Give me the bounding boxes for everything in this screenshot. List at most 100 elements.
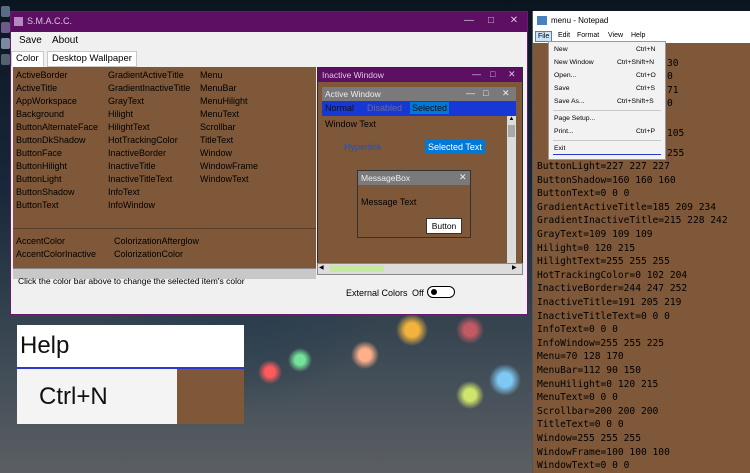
color-item-inactivetitle[interactable]: InactiveTitle	[108, 161, 156, 171]
color-item-inactivetitletext[interactable]: InactiveTitleText	[108, 174, 172, 184]
app-icon[interactable]	[1, 22, 10, 33]
color-item-hilight[interactable]: Hilight	[108, 109, 133, 119]
file-menu-item-new-window[interactable]: New Window Ctrl+Shift+N	[549, 57, 665, 69]
menu-separator	[553, 140, 661, 141]
scroll-up-icon: ▲	[508, 116, 515, 122]
color-item-hottrackingcolor[interactable]: HotTrackingColor	[108, 135, 178, 145]
menu-item-label: Save	[554, 85, 570, 92]
file-menu-item-new[interactable]: New Ctrl+N	[549, 44, 665, 56]
text-line: InactiveBorder=244 247 252	[537, 283, 688, 295]
menu-view[interactable]: View	[608, 32, 623, 39]
color-item-buttonhilight[interactable]: ButtonHilight	[16, 161, 67, 171]
menu-about[interactable]: About	[49, 35, 81, 46]
color-item-hilighttext[interactable]: HilightText	[108, 122, 150, 132]
file-menu-item-save-as[interactable]: Save As... Ctrl+Shift+S	[549, 96, 665, 108]
text-line: ButtonLight=227 227 227	[537, 161, 670, 172]
color-item-accentcolor[interactable]: AccentColor	[16, 236, 65, 246]
preview-scrollbar: ▲	[507, 116, 516, 266]
menu-item-label: Print...	[554, 128, 574, 135]
preview-menu-strip: Normal Disabled Selected	[322, 101, 516, 116]
menu-help[interactable]: Help	[631, 32, 645, 39]
notepad-title-bar: menu - Notepad	[533, 11, 750, 31]
menu-format[interactable]: Format	[577, 32, 599, 39]
text-fragment: 0	[667, 98, 673, 109]
file-menu-item-page-setup[interactable]: Page Setup...	[549, 113, 665, 125]
active-window-title: Active Window	[325, 89, 381, 99]
close-icon: ✕	[508, 69, 516, 79]
text-line: ButtonShadow=160 160 160	[537, 174, 676, 186]
color-item-gradientactivetitle[interactable]: GradientActiveTitle	[108, 70, 184, 80]
app-icon[interactable]	[1, 38, 10, 49]
color-item-buttonalternateface[interactable]: ButtonAlternateFace	[16, 122, 98, 132]
color-item-colorizationcolor[interactable]: ColorizationColor	[114, 249, 183, 259]
file-menu-item-open[interactable]: Open... Ctrl+O	[549, 70, 665, 82]
text-fragment: 255	[667, 148, 685, 159]
color-item-scrollbar[interactable]: Scrollbar	[200, 122, 236, 132]
text-line: InactiveTitle=191 205 219	[537, 297, 682, 308]
color-item-menu[interactable]: Menu	[200, 70, 223, 80]
toggle-knob	[431, 289, 437, 295]
menu-item-shortcut: Ctrl+Shift+N	[617, 59, 655, 66]
color-item-buttontext[interactable]: ButtonText	[16, 200, 59, 210]
divider	[13, 228, 316, 229]
hscroll-thumb	[330, 265, 384, 272]
text-line: Scrollbar=200 200 200	[537, 405, 659, 417]
file-menu-item-print[interactable]: Print... Ctrl+P	[549, 126, 665, 138]
color-item-activetitle[interactable]: ActiveTitle	[16, 83, 57, 93]
zoom-text-area	[177, 369, 244, 424]
scroll-left-icon: ◀	[319, 265, 324, 271]
app-logo-icon	[14, 17, 23, 26]
text-line: Hilight=0 120 215	[537, 242, 636, 254]
minimize-icon: —	[466, 88, 475, 98]
color-item-menuhilight[interactable]: MenuHilight	[200, 96, 248, 106]
color-item-infotext[interactable]: InfoText	[108, 187, 140, 197]
color-item-graytext[interactable]: GrayText	[108, 96, 144, 106]
file-dropdown-menu: New Ctrl+N New Window Ctrl+Shift+N Open... Ct…	[548, 41, 666, 160]
hint-text: Click the color bar above to change the …	[18, 276, 245, 286]
color-item-buttonface[interactable]: ButtonFace	[16, 148, 62, 158]
color-item-infowindow[interactable]: InfoWindow	[108, 200, 155, 210]
color-item-appworkspace[interactable]: AppWorkspace	[16, 96, 77, 106]
menu-item-shortcut: Ctrl+N	[636, 46, 656, 53]
close-icon[interactable]: ✕	[507, 14, 521, 28]
tab-color[interactable]: Color	[11, 51, 44, 67]
color-item-background[interactable]: Background	[16, 109, 64, 119]
minimize-icon[interactable]: —	[462, 14, 476, 28]
color-item-inactiveborder[interactable]: InactiveBorder	[108, 148, 166, 158]
menu-bar: Save About	[11, 32, 527, 50]
color-item-gradientinactivetitle[interactable]: GradientInactiveTitle	[108, 83, 190, 93]
app-icon[interactable]	[1, 54, 10, 65]
file-menu-item-exit[interactable]: Exit	[549, 143, 665, 155]
color-item-windowtext[interactable]: WindowText	[200, 174, 249, 184]
preview-messagebox: MessageBox ✕ Message Text Button	[357, 170, 471, 238]
text-fragment: 30	[667, 58, 679, 69]
menu-item-label: New	[554, 46, 568, 53]
color-item-titletext[interactable]: TitleText	[200, 135, 233, 145]
color-item-buttonlight[interactable]: ButtonLight	[16, 174, 62, 184]
color-item-accentcolorinactive[interactable]: AccentColorInactive	[16, 249, 96, 259]
message-text: Message Text	[361, 197, 417, 207]
color-item-activeborder[interactable]: ActiveBorder	[16, 70, 68, 80]
color-item-colorizationafterglow[interactable]: ColorizationAfterglow	[114, 236, 199, 246]
zoom-shortcut: Ctrl+N	[39, 383, 108, 410]
text-line: WindowText=0 0 0	[537, 460, 630, 472]
color-item-buttonshadow[interactable]: ButtonShadow	[16, 187, 75, 197]
menu-edit[interactable]: Edit	[558, 32, 570, 39]
preview-button: Button	[426, 218, 462, 234]
color-item-window[interactable]: Window	[200, 148, 232, 158]
menu-save[interactable]: Save	[16, 35, 45, 46]
external-colors-toggle[interactable]	[427, 286, 455, 298]
tab-desktop-wallpaper[interactable]: Desktop Wallpaper	[47, 51, 137, 67]
color-item-windowframe[interactable]: WindowFrame	[200, 161, 258, 171]
maximize-icon[interactable]: □	[484, 14, 498, 28]
text-line: InfoText=0 0 0	[537, 324, 618, 336]
text-line: ButtonText=0 0 0	[537, 188, 630, 200]
color-item-menubar[interactable]: MenuBar	[200, 83, 237, 93]
app-icon[interactable]	[1, 6, 10, 17]
zoom-inset: Help Ctrl+N	[17, 325, 244, 424]
active-title-bar: Active Window — □ ✕	[322, 87, 516, 101]
file-menu-item-save[interactable]: Save Ctrl+S	[549, 83, 665, 95]
messagebox-title-bar: MessageBox ✕	[358, 171, 470, 185]
color-item-menutext[interactable]: MenuText	[200, 109, 239, 119]
color-item-buttondkshadow[interactable]: ButtonDkShadow	[16, 135, 86, 145]
